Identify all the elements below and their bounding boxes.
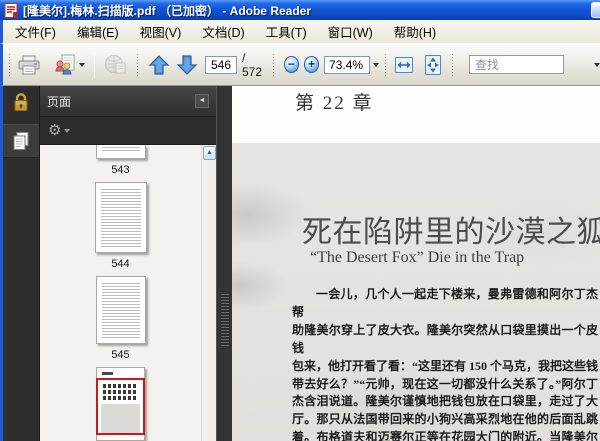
menu-view[interactable]: 视图(V) (133, 19, 189, 44)
pages-panel: 页面 ◄ ⚙ 543 544 545 ▲ (40, 86, 216, 441)
body-line: 包来，他打开看了看：“这里还有 150 个马克，我把这些钱 (292, 358, 599, 373)
zoom-dropdown-arrow-icon[interactable] (373, 63, 380, 70)
adobe-reader-window: [隆美尔].梅林.扫描版.pdf （已加密） - Adobe Reader 文件… (0, 0, 600, 441)
thumbnail-label-545: 545 (111, 348, 130, 361)
next-page-button[interactable] (174, 50, 200, 80)
navigation-pane-strip (3, 86, 40, 441)
down-arrow-icon (176, 54, 198, 75)
thumbnail-page-546-selected[interactable] (96, 366, 145, 441)
pdf-app-icon (4, 2, 18, 18)
zoom-out-button[interactable]: − (283, 56, 299, 73)
menu-file[interactable]: 文件(F) (8, 19, 63, 44)
zoom-in-button[interactable]: + (303, 56, 320, 73)
toolbar-drag-handle[interactable] (272, 52, 276, 77)
security-status[interactable] (3, 86, 39, 118)
thumbnail-page-544[interactable] (94, 182, 147, 253)
page-number-input[interactable] (205, 55, 237, 74)
upload-document-button (102, 50, 129, 80)
splitter-grip[interactable] (221, 294, 229, 346)
fit-width-button[interactable] (391, 50, 417, 80)
fit-page-icon (424, 54, 441, 75)
pages-icon (13, 132, 29, 150)
thumbnail-text-lines (101, 147, 140, 154)
collaborate-icon (54, 54, 74, 75)
body-line: 厅。那只从法国带回来的小狗兴高采烈地在他的后面乱跳 (292, 412, 598, 427)
lock-icon (14, 93, 28, 111)
chapter-heading: 第 22 章 (295, 93, 374, 114)
thumbnail-label-544: 544 (111, 257, 130, 270)
pages-panel-title: 页面 (47, 94, 72, 109)
thumbnail-page-545[interactable] (95, 275, 146, 344)
printer-icon (18, 55, 39, 74)
toolbar-separator (93, 51, 95, 78)
minimize-button[interactable] (591, 2, 600, 18)
body-text: 一会儿，几个人一起走下楼来，曼弗雷德和阿尔丁杰帮 助隆美尔穿上了皮大衣。隆美尔突… (292, 286, 598, 441)
current-view-red-outline (96, 377, 145, 435)
main-area: 页面 ◄ ⚙ 543 544 545 ▲ 第 22 章 死在陷阱里的沙漠之狐 “… (0, 86, 600, 441)
menu-edit[interactable]: 编辑(E) (70, 19, 126, 44)
fit-page-button[interactable] (421, 50, 445, 80)
pages-panel-toolbar: ⚙ (40, 117, 216, 145)
body-line: 杰含泪说道。隆美尔谨慎地把钱包放在口袋里，走过了大 (292, 394, 598, 409)
menu-bar: 文件(F) 编辑(E) 视图(V) 文档(D) 工具(T) 窗口(W) 帮助(H… (0, 20, 600, 43)
collapse-panel-button[interactable]: ◄ (195, 94, 209, 108)
toolbar-drag-handle[interactable] (135, 52, 139, 77)
pages-panel-header: 页面 ◄ (40, 86, 216, 117)
toolbar: / 572 − + (0, 43, 600, 86)
window-title: [隆美尔].梅林.扫描版.pdf （已加密） - Adobe Reader (23, 3, 312, 18)
thumbnail-list: 543 544 545 ▲ (40, 145, 216, 441)
thumbnail-page-543[interactable] (95, 145, 146, 160)
toolbar-drag-handle[interactable] (384, 52, 388, 77)
pages-panel-tab[interactable] (3, 124, 39, 158)
thumbnail-chapter-mark (102, 371, 113, 375)
thumbnail-scrollbar[interactable]: ▲ (201, 145, 216, 441)
body-line: 着。布格道夫和迈赛尔正等在花园大门的附近。当隆美尔走 (292, 430, 598, 441)
title-bar[interactable]: [隆美尔].梅林.扫描版.pdf （已加密） - Adobe Reader (0, 0, 600, 20)
body-line: 一会儿，几个人一起走下楼来，曼弗雷德和阿尔丁杰帮 (292, 287, 598, 319)
chapter-subtitle: “The Desert Fox” Die in the Trap (310, 249, 525, 266)
thumbnail-label-543: 543 (111, 164, 130, 177)
print-button[interactable] (15, 50, 43, 80)
collaborate-dropdown-arrow-icon (78, 63, 85, 70)
find-dropdown-arrow-icon[interactable] (594, 63, 600, 70)
chapter-title: 死在陷阱里的沙漠之狐 (302, 216, 600, 249)
globe-document-icon (104, 55, 125, 74)
menu-document[interactable]: 文档(D) (195, 19, 251, 44)
page-total-label: / 572 (242, 50, 263, 79)
zoom-level-input[interactable] (324, 55, 371, 74)
up-arrow-icon (148, 54, 170, 75)
toolbar-drag-handle[interactable] (8, 52, 12, 77)
body-line: 助隆美尔穿上了皮大衣。隆美尔突然从口袋里摸出一个皮钱 (292, 322, 598, 355)
options-dropdown-arrow-icon[interactable] (64, 129, 71, 136)
thumbnail-text-lines (101, 282, 140, 338)
collaborate-button[interactable] (52, 50, 87, 80)
panel-splitter[interactable] (216, 86, 232, 441)
menu-window[interactable]: 窗口(W) (321, 19, 380, 44)
menu-help[interactable]: 帮助(H) (387, 19, 443, 44)
scroll-up-arrow-icon[interactable]: ▲ (203, 146, 216, 160)
previous-page-button[interactable] (146, 50, 172, 80)
find-input[interactable] (469, 55, 565, 74)
body-line: 带去好么？”“元帅，现在这一切都没什么关系了。”阿尔丁 (292, 376, 598, 391)
document-page[interactable]: 第 22 章 死在陷阱里的沙漠之狐 “The Desert Fox” Die i… (232, 86, 600, 441)
thumbnail-text-lines (100, 189, 141, 247)
fit-width-icon (394, 56, 413, 73)
toolbar-drag-handle[interactable] (450, 52, 455, 77)
gear-icon[interactable]: ⚙ (48, 123, 61, 138)
menu-tools[interactable]: 工具(T) (259, 19, 314, 44)
